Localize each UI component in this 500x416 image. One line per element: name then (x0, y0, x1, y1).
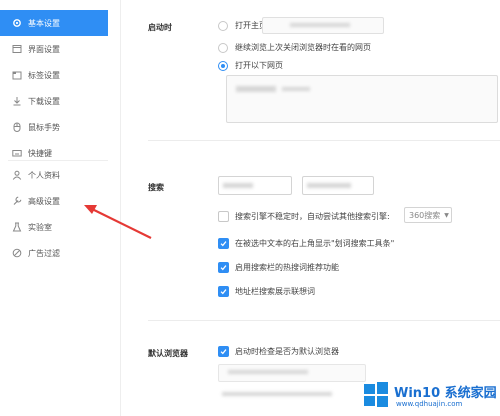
startup-section-label: 启动时 (148, 23, 172, 32)
default-browser-blurred (222, 392, 332, 396)
search-hotwords-option[interactable]: 启用搜索栏的热搜词推荐功能 (218, 262, 339, 273)
sidebar-item-basic-settings[interactable]: 基本设置 (0, 10, 108, 36)
search-fallback-label: 搜索引擎不稳定时，自动尝试其他搜索引擎: (235, 212, 390, 221)
startup-page-blurred (282, 87, 310, 91)
sidebar-item-label: 基本设置 (28, 18, 60, 28)
sidebar-item-label: 个人资料 (28, 170, 60, 180)
sidebar-divider (8, 160, 108, 161)
sidebar-item-mouse-gestures[interactable]: 鼠标手势 (0, 114, 108, 140)
sidebar-item-label: 实验室 (28, 222, 52, 232)
mouse-icon (12, 122, 22, 132)
search-suggest-label: 地址栏搜索展示联想词 (235, 287, 315, 296)
settings-sidebar: 基本设置 界面设置 标签设置 下载设置 鼠标手势 快捷键 个人资料 高级设置 实… (0, 0, 110, 416)
search-section-label: 搜索 (148, 183, 164, 192)
gear-icon (12, 18, 22, 28)
person-icon (12, 170, 22, 180)
fallback-engine-select[interactable]: 360搜索 ▼ (404, 207, 452, 223)
search-fallback-checkbox[interactable] (218, 211, 229, 222)
startup-option-restore[interactable]: 继续浏览上次关闭浏览器时在看的网页 (218, 42, 371, 53)
search-selection-label: 在被选中文本的右上角显示"划词搜索工具条" (235, 239, 395, 248)
block-icon (12, 248, 22, 258)
sidebar-item-label: 下载设置 (28, 96, 60, 106)
section-divider (148, 320, 500, 321)
search-suggest-checkbox[interactable] (218, 286, 229, 297)
search-fallback-option[interactable]: 搜索引擎不稳定时，自动尝试其他搜索引擎: (218, 211, 390, 222)
search-engine-manage[interactable] (302, 176, 374, 195)
watermark-url: www.qdhuajin.com (396, 400, 463, 408)
search-suggest-option[interactable]: 地址栏搜索展示联想词 (218, 286, 315, 297)
search-selection-checkbox[interactable] (218, 238, 229, 249)
sidebar-item-label: 界面设置 (28, 44, 60, 54)
sidebar-divider-line (120, 0, 121, 416)
startup-restore-radio[interactable] (218, 42, 228, 53)
download-icon (12, 96, 22, 106)
sidebar-item-lab[interactable]: 实验室 (0, 214, 108, 240)
sidebar-item-label: 标签设置 (28, 70, 60, 80)
sidebar-item-profile[interactable]: 个人资料 (0, 162, 108, 188)
sidebar-item-label: 广告过滤 (28, 248, 60, 258)
search-hotwords-checkbox[interactable] (218, 262, 229, 273)
search-hotwords-label: 启用搜索栏的热搜词推荐功能 (235, 263, 339, 272)
startup-pages-list[interactable] (226, 75, 498, 123)
homepage-url-blurred (290, 23, 350, 27)
startup-home-radio[interactable] (218, 20, 228, 31)
startup-pages-label: 打开以下网页 (235, 61, 283, 70)
wrench-icon (12, 196, 22, 206)
default-browser-blurred (228, 370, 308, 374)
startup-pages-radio[interactable] (218, 60, 228, 71)
tab-icon (12, 70, 22, 80)
search-engine-blurred (223, 183, 253, 188)
watermark-title: Win10 系统家园 (394, 386, 497, 401)
startup-option-home[interactable]: 打开主页 (218, 20, 267, 31)
fallback-engine-value: 360搜索 (409, 210, 441, 220)
default-browser-check-option[interactable]: 启动时检查是否为默认浏览器 (218, 346, 339, 357)
search-selection-option[interactable]: 在被选中文本的右上角显示"划词搜索工具条" (218, 238, 394, 249)
sidebar-item-label: 鼠标手势 (28, 122, 60, 132)
startup-page-blurred (236, 86, 276, 92)
site-watermark: Win10 系统家园 www.qdhuajin.com (362, 376, 500, 416)
sidebar-item-advanced-settings[interactable]: 高级设置 (0, 188, 108, 214)
windows-logo-icon (364, 382, 388, 407)
search-engine-select[interactable] (218, 176, 292, 195)
section-divider (148, 140, 500, 141)
search-manage-blurred (307, 183, 351, 188)
startup-restore-label: 继续浏览上次关闭浏览器时在看的网页 (235, 43, 371, 52)
window-icon (12, 44, 22, 54)
sidebar-item-tab-settings[interactable]: 标签设置 (0, 62, 108, 88)
default-browser-section-label: 默认浏览器 (148, 349, 188, 358)
chevron-down-icon: ▼ (444, 211, 449, 219)
sidebar-item-interface-settings[interactable]: 界面设置 (0, 36, 108, 62)
sidebar-item-ad-filter[interactable]: 广告过滤 (0, 240, 108, 266)
default-browser-check-label: 启动时检查是否为默认浏览器 (235, 347, 339, 356)
startup-option-pages[interactable]: 打开以下网页 (218, 60, 283, 71)
default-browser-checkbox[interactable] (218, 346, 229, 357)
flask-icon (12, 222, 22, 232)
sidebar-item-download-settings[interactable]: 下载设置 (0, 88, 108, 114)
sidebar-item-label: 快捷键 (28, 148, 52, 158)
sidebar-item-label: 高级设置 (28, 196, 60, 206)
keyboard-icon (12, 148, 22, 158)
